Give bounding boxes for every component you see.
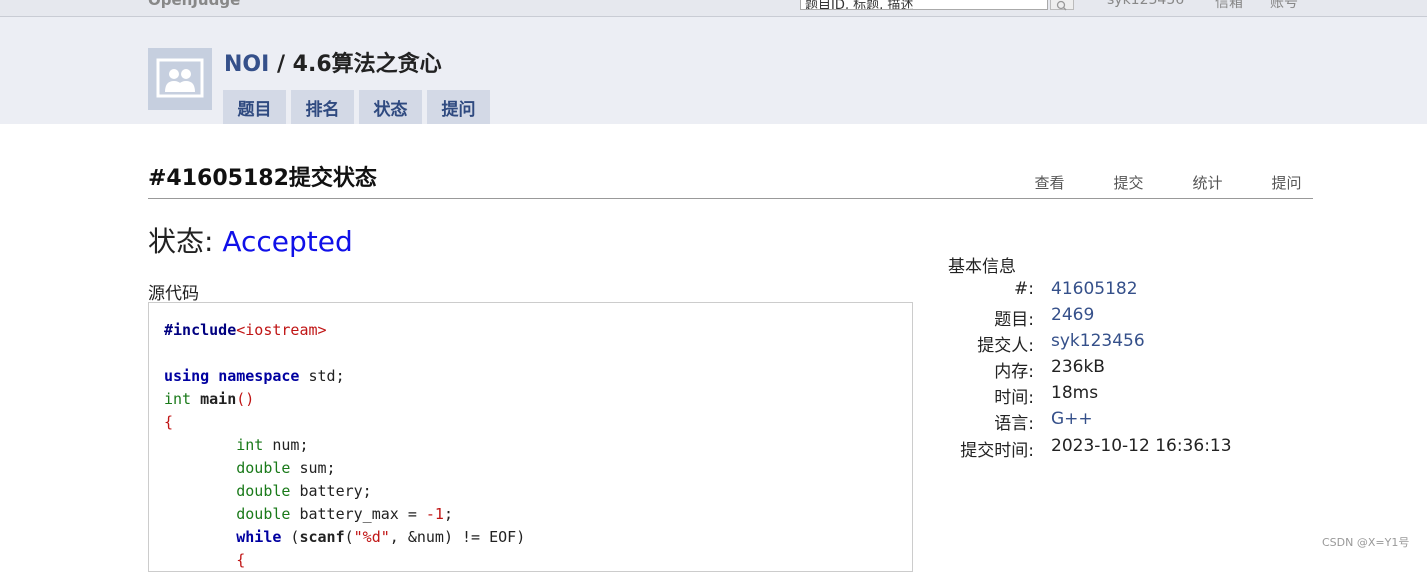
code-line: double battery; — [236, 482, 372, 500]
code-line: int num; — [236, 436, 309, 454]
code-line: using namespace std; — [164, 367, 345, 385]
account-link[interactable]: 账号 — [1270, 0, 1298, 12]
top-bar: OpenJudge syk123456 信箱 账号 — [0, 0, 1427, 17]
status-value: Accepted — [222, 225, 353, 258]
code-line: double battery_max = -1; — [236, 505, 453, 523]
code-line: while (scanf("%d", &num) != EOF) — [236, 528, 526, 546]
info-row-problem: 题目: 2469 — [940, 305, 1320, 331]
tab-status[interactable]: 状态 — [359, 90, 422, 124]
submit-time-value: 2023-10-12 16:36:13 — [1051, 436, 1232, 456]
info-row-submitter: 提交人: syk123456 — [940, 331, 1320, 357]
submission-id-link[interactable]: 41605182 — [1051, 279, 1138, 299]
subnav-ask[interactable]: 提问 — [1247, 172, 1326, 193]
source-code-label: 源代码 — [148, 284, 199, 304]
mailbox-link[interactable]: 信箱 — [1215, 0, 1243, 12]
problem-id-link[interactable]: 2469 — [1051, 305, 1094, 325]
info-key: 提交时间: — [960, 441, 1034, 461]
info-row-submit-time: 提交时间: 2023-10-12 16:36:13 — [940, 436, 1320, 462]
submission-status: 状态: Accepted — [148, 220, 353, 260]
info-key: 内存: — [994, 362, 1034, 382]
status-label: 状态: — [148, 225, 223, 258]
group-tabs: 题目 排名 状态 提问 — [223, 90, 490, 124]
user-link[interactable]: syk123456 — [1107, 0, 1184, 8]
group-header — [0, 17, 1427, 124]
group-section: 4.6算法之贪心 — [292, 52, 442, 77]
info-key: 题目: — [994, 310, 1034, 330]
info-key: 语言: — [994, 414, 1034, 434]
submitter-link[interactable]: syk123456 — [1051, 331, 1145, 351]
memory-value: 236kB — [1051, 357, 1105, 377]
info-row-memory: 内存: 236kB — [940, 357, 1320, 383]
search-icon — [1056, 0, 1067, 11]
code-line: #include<iostream> — [164, 321, 327, 339]
group-title: NOI / 4.6算法之贪心 — [224, 46, 442, 78]
code-line: { — [164, 413, 174, 431]
info-row-id: #: 41605182 — [940, 279, 1320, 305]
subnav-stats[interactable]: 统计 — [1168, 172, 1247, 193]
info-key: 时间: — [994, 388, 1034, 408]
brand-link[interactable]: OpenJudge — [148, 0, 240, 9]
page-title: #41605182提交状态 — [148, 166, 377, 191]
group-users-icon — [156, 58, 204, 98]
language-link[interactable]: G++ — [1051, 409, 1093, 429]
tab-questions[interactable]: 提问 — [427, 90, 490, 124]
tab-ranking[interactable]: 排名 — [291, 90, 354, 124]
info-row-language: 语言: G++ — [940, 409, 1320, 435]
title-divider — [148, 198, 1313, 199]
watermark: CSDN @X=Y1号 — [1322, 536, 1410, 549]
title-separator: / — [269, 52, 293, 77]
code-line: double sum; — [236, 459, 336, 477]
search-button[interactable] — [1050, 0, 1074, 11]
code-line: int main() — [164, 390, 255, 408]
time-value: 18ms — [1051, 383, 1099, 403]
info-row-time: 时间: 18ms — [940, 383, 1320, 409]
source-code-box[interactable]: #include<iostream> using namespace std; … — [148, 302, 913, 572]
basic-info-title: 基本信息 — [948, 257, 1016, 277]
search-input[interactable] — [800, 0, 1048, 10]
page-subnav: 查看 提交 统计 提问 — [1010, 172, 1326, 193]
group-logo — [148, 48, 212, 110]
subnav-view[interactable]: 查看 — [1010, 172, 1089, 193]
search-box — [800, 0, 1074, 12]
group-name-link[interactable]: NOI — [224, 52, 269, 77]
info-key: #: — [1014, 279, 1034, 299]
info-key: 提交人: — [977, 336, 1034, 356]
source-code: #include<iostream> using namespace std; … — [164, 319, 526, 571]
subnav-submit[interactable]: 提交 — [1089, 172, 1168, 193]
tab-problems[interactable]: 题目 — [223, 90, 286, 124]
code-line: { — [236, 551, 246, 569]
